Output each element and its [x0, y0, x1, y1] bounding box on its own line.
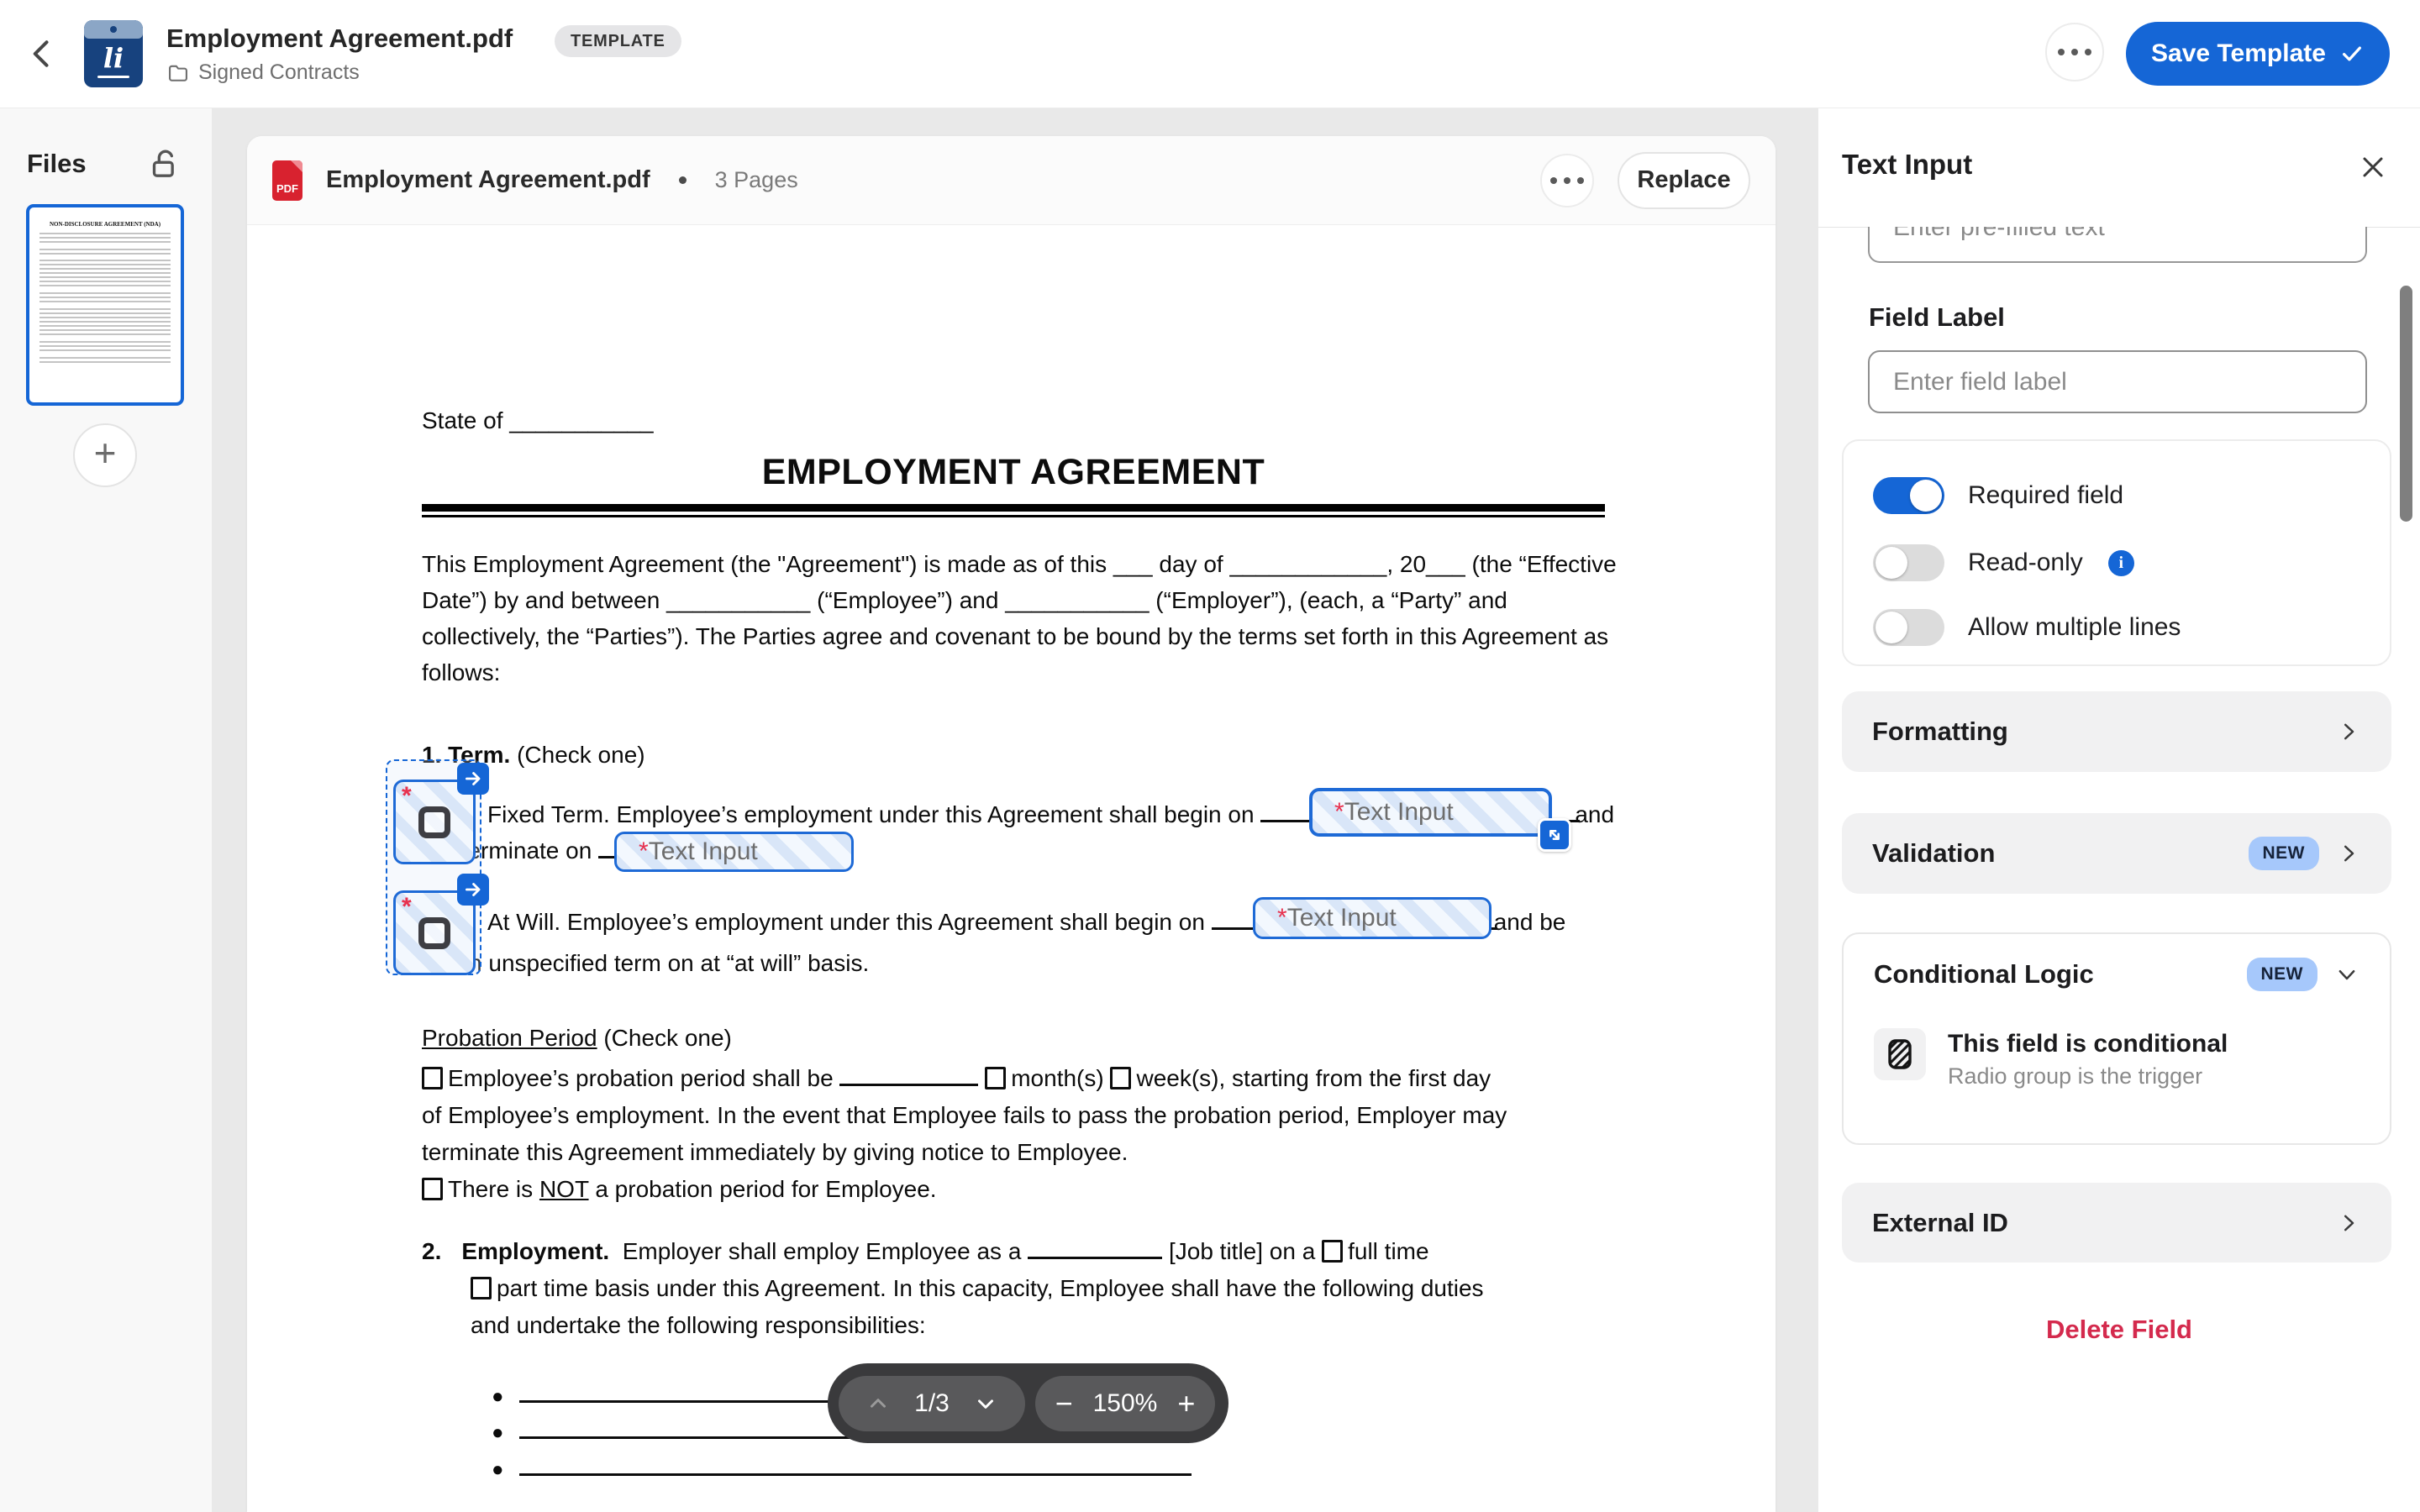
probation-line-4: There is NOT a probation period for Empl…: [422, 1172, 937, 1207]
text-input-field[interactable]: *Text Input: [614, 832, 854, 872]
text-input-field[interactable]: *Text Input: [1253, 897, 1491, 939]
field-settings-panel: Text Input Enter pre-filled text Field L…: [1818, 108, 2420, 1512]
doc-checkbox: [422, 1178, 443, 1200]
pdf-more-button[interactable]: [1540, 153, 1594, 207]
required-field-toggle[interactable]: [1873, 477, 1944, 514]
field-arrow-badge[interactable]: [457, 874, 489, 906]
panel-scrollbar[interactable]: [2400, 286, 2412, 522]
section-conditional-logic: Conditional Logic NEW This field is cond…: [1842, 932, 2391, 1145]
page-count: 3 Pages: [714, 167, 798, 192]
pdf-page: State of ___________ EMPLOYMENT AGREEMEN…: [247, 225, 1776, 1512]
doc-checkbox: [1322, 1240, 1344, 1263]
breadcrumb[interactable]: Signed Contracts: [166, 60, 360, 85]
probation-heading: Probation Period (Check one): [422, 1025, 732, 1051]
header-more-button[interactable]: [2045, 23, 2104, 81]
doc-checkbox: [985, 1067, 1007, 1089]
page-title: Employment Agreement.pdf: [166, 24, 513, 53]
prefill-text-input[interactable]: Enter pre-filled text: [1868, 227, 2367, 263]
zoom-control: − 150% +: [1035, 1375, 1215, 1431]
document-title: EMPLOYMENT AGREEMENT: [761, 452, 1265, 492]
pdf-card-header: PDF Employment Agreement.pdf 3 Pages Rep…: [247, 136, 1776, 225]
read-only-row: Read-only i: [1873, 544, 2134, 581]
page-up-icon[interactable]: [864, 1389, 892, 1418]
ellipsis-icon: [2058, 49, 2091, 55]
chevron-right-icon: [2344, 845, 2354, 862]
toggle-options-card: Required field Read-only i Allow multipl…: [1842, 439, 2391, 666]
field-label-input[interactable]: [1868, 350, 2367, 413]
required-field-row: Required field: [1873, 477, 2123, 514]
text-input-field-selected[interactable]: *Text Input: [1309, 788, 1552, 837]
probation-line-3: terminate this Agreement immediately by …: [422, 1139, 1128, 1165]
close-icon[interactable]: [2356, 150, 2390, 184]
arrow-right-icon: [466, 772, 481, 785]
conditional-logic-header[interactable]: Conditional Logic NEW: [1844, 934, 2390, 1015]
unlock-icon[interactable]: [148, 147, 182, 181]
info-icon[interactable]: i: [2107, 549, 2134, 576]
doc-checkbox: [422, 1067, 443, 1089]
files-sidebar: Files NON-DISCLOSURE AGREEMENT (NDA) +: [0, 108, 212, 1512]
document-viewer: PDF Employment Agreement.pdf 3 Pages Rep…: [212, 108, 1818, 1512]
chevron-right-icon: [2344, 723, 2354, 740]
zoom-level: 150%: [1092, 1389, 1158, 1417]
doc-checkbox: [1110, 1067, 1132, 1089]
new-badge: NEW: [2246, 958, 2317, 991]
page-down-icon[interactable]: [971, 1389, 1000, 1418]
page-thumbnail[interactable]: NON-DISCLOSURE AGREEMENT (NDA): [26, 204, 184, 406]
top-header: li Employment Agreement.pdf TEMPLATE Sig…: [0, 0, 2420, 108]
ellipsis-icon: [1550, 176, 1584, 184]
new-badge: NEW: [2248, 837, 2319, 870]
employment-line-2: part time basis under this Agreement. In…: [471, 1271, 1484, 1306]
arrow-right-icon: [466, 883, 481, 896]
read-only-toggle[interactable]: [1873, 544, 1944, 581]
employment-line-3: and undertake the following responsibili…: [471, 1312, 926, 1338]
checkbox-glyph: [418, 806, 450, 838]
at-will-cont-line: for an unspecified term on at “at will” …: [422, 950, 870, 976]
employment-line-1: 2. Employment. Employer shall employ Empl…: [422, 1238, 1429, 1264]
viewer-toolbar: 1/3 − 150% +: [828, 1363, 1228, 1443]
add-file-button[interactable]: +: [73, 423, 137, 487]
delete-field-button[interactable]: Delete Field: [1818, 1315, 2420, 1345]
field-arrow-badge[interactable]: [457, 763, 489, 795]
app-root: li Employment Agreement.pdf TEMPLATE Sig…: [0, 0, 2420, 1512]
doc-checkbox: [471, 1277, 492, 1299]
folder-name: Signed Contracts: [198, 60, 360, 84]
conditional-status: This field is conditional Radio group is…: [1874, 1028, 2228, 1089]
pdf-file-name: Employment Agreement.pdf: [326, 166, 650, 193]
back-icon[interactable]: [24, 35, 60, 72]
chevron-right-icon: [2344, 1215, 2354, 1231]
pdf-file-icon: PDF: [272, 160, 302, 201]
thumbnail-title: NON-DISCLOSURE AGREEMENT (NDA): [49, 221, 161, 228]
conditional-field-icon: [1874, 1028, 1926, 1080]
section-external-id[interactable]: External ID: [1842, 1183, 2391, 1263]
section-validation[interactable]: Validation NEW: [1842, 813, 2391, 894]
field-label-heading: Field Label: [1869, 302, 2005, 332]
duty-bullet-line: ●: [492, 1451, 1192, 1488]
chevron-down-icon: [2338, 970, 2355, 980]
files-heading: Files: [27, 149, 87, 178]
template-badge: TEMPLATE: [555, 25, 681, 57]
state-line: State of ___________: [422, 407, 654, 433]
section-formatting[interactable]: Formatting: [1842, 691, 2391, 772]
app-logo-icon: li: [84, 20, 143, 87]
pdf-card: PDF Employment Agreement.pdf 3 Pages Rep…: [247, 136, 1776, 1512]
check-icon: [2342, 46, 2361, 61]
resize-handle-icon[interactable]: [1538, 818, 1571, 852]
replace-button[interactable]: Replace: [1618, 151, 1750, 209]
intro-paragraph: This Employment Agreement (the "Agreemen…: [422, 551, 1617, 685]
page-nav-control: 1/3: [839, 1375, 1025, 1431]
checkbox-glyph: [418, 916, 450, 949]
save-template-button[interactable]: Save Template: [2126, 22, 2390, 86]
dot-separator: [678, 176, 687, 184]
multiline-toggle[interactable]: [1873, 609, 1944, 646]
multiline-row: Allow multiple lines: [1873, 609, 2181, 646]
page-indicator: 1/3: [914, 1389, 950, 1417]
panel-title: Text Input: [1842, 149, 1973, 180]
title-rule: [422, 504, 1605, 512]
probation-line-2: of Employee’s employment. In the event t…: [422, 1102, 1507, 1128]
probation-line-1: Employee’s probation period shall be mon…: [422, 1061, 1491, 1096]
folder-icon: [169, 65, 187, 81]
